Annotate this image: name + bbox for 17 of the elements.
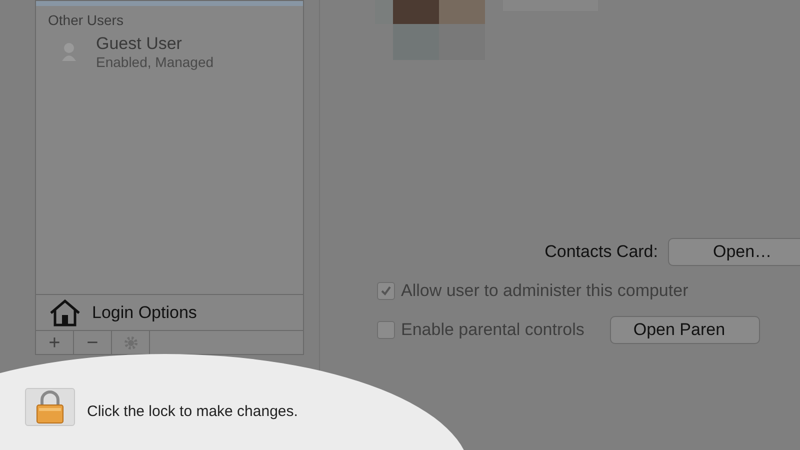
checkmark-icon (380, 284, 392, 297)
login-options-label: Login Options (92, 302, 197, 324)
section-header: Other Users (47, 11, 124, 30)
contacts-card-label: Contacts Card: (544, 241, 658, 264)
house-icon (48, 298, 82, 326)
open-button[interactable]: Open… (668, 238, 800, 266)
user-name: Guest User (96, 33, 183, 54)
toolbar-button[interactable]: + (36, 331, 74, 354)
lock-button[interactable] (25, 388, 75, 426)
option-label: Allow user to administer this computer (401, 280, 688, 302)
option-label: Enable parental controls (401, 318, 584, 341)
user-row[interactable]: Guest User Enabled, Managed (36, 31, 303, 74)
toolbar-button[interactable]: − (74, 331, 112, 354)
gear-icon (122, 334, 138, 350)
lock-message: Click the lock to make changes. (87, 402, 298, 422)
user-status: Enabled, Managed (96, 54, 214, 72)
login-options-row[interactable]: Login Options (36, 294, 303, 330)
